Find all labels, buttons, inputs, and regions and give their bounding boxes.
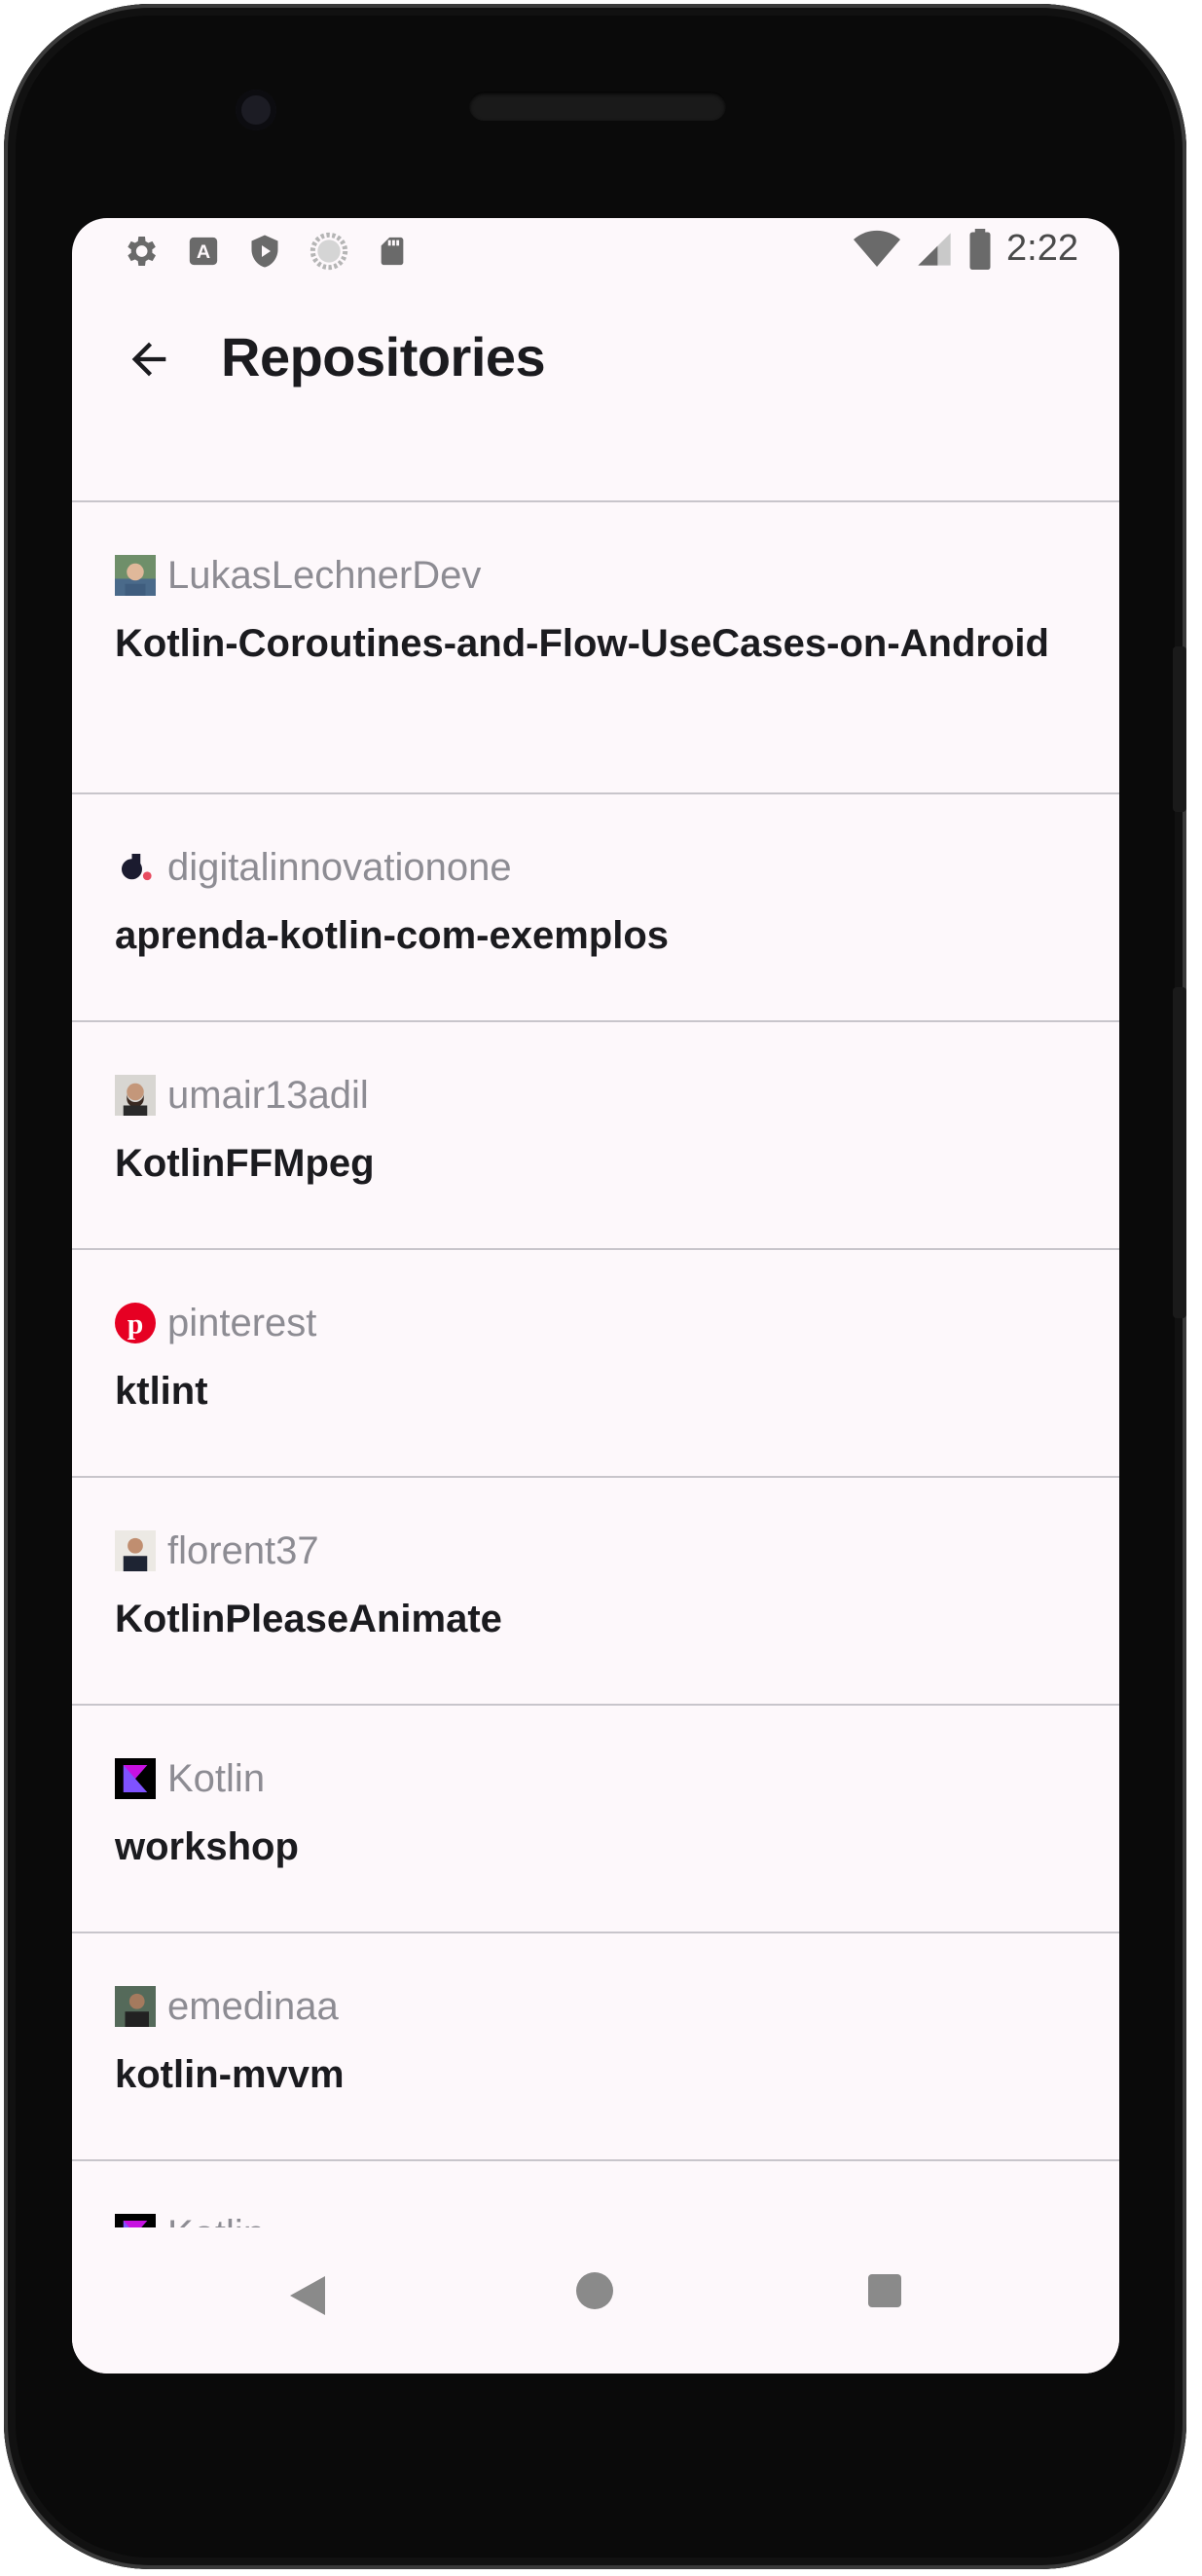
sd-card-icon — [381, 237, 404, 266]
status-left-icons: A — [121, 232, 409, 271]
signal-icon — [918, 232, 951, 266]
list-item[interactable]: florent37 KotlinPleaseAnimate — [72, 1478, 1119, 1704]
phone-frame: A 2:22 Repositories LukasLechnerDev Kotl… — [4, 4, 1186, 2569]
list-item[interactable]: p pinterest ktlint — [72, 1250, 1119, 1476]
owner-name: LukasLechnerDev — [167, 554, 482, 597]
owner-row: Kotlin — [115, 1756, 1076, 1801]
loading-circle-icon — [310, 232, 348, 271]
owner-name: florent37 — [167, 1529, 319, 1572]
kotlin-logo-icon — [115, 1758, 156, 1799]
earpiece-speaker — [469, 92, 726, 121]
owner-row: p pinterest — [115, 1301, 1076, 1345]
dio-logo-icon — [115, 847, 156, 888]
owner-row: florent37 — [115, 1528, 1076, 1573]
repo-name: aprenda-kotlin-com-exemplos — [115, 914, 670, 957]
status-bar: A 2:22 — [72, 218, 1119, 286]
user-avatar — [115, 1075, 156, 1116]
repository-list[interactable]: LukasLechnerDev Kotlin-Coroutines-and-Fl… — [72, 500, 1119, 2374]
svg-text:A: A — [197, 241, 210, 263]
user-avatar — [115, 555, 156, 596]
owner-row: digitalinnovationone — [115, 845, 1076, 890]
wifi-icon — [854, 230, 901, 267]
back-button[interactable] — [115, 325, 183, 393]
power-button — [1173, 646, 1186, 812]
owner-name: Kotlin — [167, 1757, 266, 1800]
volume-button — [1173, 987, 1186, 1318]
pinterest-logo-icon: p — [115, 1303, 156, 1343]
list-item[interactable]: digitalinnovationone aprenda-kotlin-com-… — [72, 794, 1119, 1020]
repo-name: Kotlin-Coroutines-and-Flow-UseCases-on-A… — [115, 622, 1049, 665]
repo-name: workshop — [115, 1825, 299, 1868]
screen: A 2:22 Repositories LukasLechnerDev Kotl… — [72, 218, 1119, 2374]
list-item[interactable]: LukasLechnerDev Kotlin-Coroutines-and-Fl… — [72, 502, 1119, 792]
user-avatar — [115, 1530, 156, 1571]
list-item[interactable]: Kotlin workshop — [72, 1706, 1119, 1932]
battery-icon — [969, 228, 991, 270]
arrow-back-icon — [131, 342, 166, 377]
page-title: Repositories — [221, 326, 546, 387]
repo-name: KotlinPleaseAnimate — [115, 1598, 502, 1640]
list-item[interactable]: emedinaa kotlin-mvvm — [72, 1933, 1119, 2159]
owner-row: umair13adil — [115, 1073, 1076, 1118]
owner-row: emedinaa — [115, 1984, 1076, 2029]
top-app-bar: Repositories — [72, 286, 1119, 442]
nav-home-icon[interactable] — [576, 2272, 613, 2309]
repo-name: kotlin-mvvm — [115, 2053, 345, 2096]
system-navigation-bar — [72, 2227, 1119, 2374]
repo-name: KotlinFFMpeg — [115, 1142, 375, 1185]
owner-row: LukasLechnerDev — [115, 553, 1076, 598]
user-avatar — [115, 1986, 156, 2027]
owner-name: emedinaa — [167, 1985, 339, 2028]
a-badge-icon: A — [189, 237, 218, 266]
status-time: 2:22 — [1006, 228, 1078, 269]
shield-play-icon — [251, 235, 278, 268]
repo-name: ktlint — [115, 1370, 208, 1413]
nav-back-icon[interactable] — [290, 2276, 325, 2315]
owner-name: umair13adil — [167, 1074, 369, 1117]
svg-text:p: p — [127, 1308, 144, 1341]
settings-icon — [127, 237, 156, 266]
owner-name: pinterest — [167, 1302, 317, 1344]
owner-name: digitalinnovationone — [167, 846, 512, 889]
list-item[interactable]: umair13adil KotlinFFMpeg — [72, 1022, 1119, 1248]
status-right-icons: 2:22 — [853, 228, 1078, 270]
front-camera — [236, 90, 276, 130]
nav-recents-icon[interactable] — [868, 2274, 901, 2307]
